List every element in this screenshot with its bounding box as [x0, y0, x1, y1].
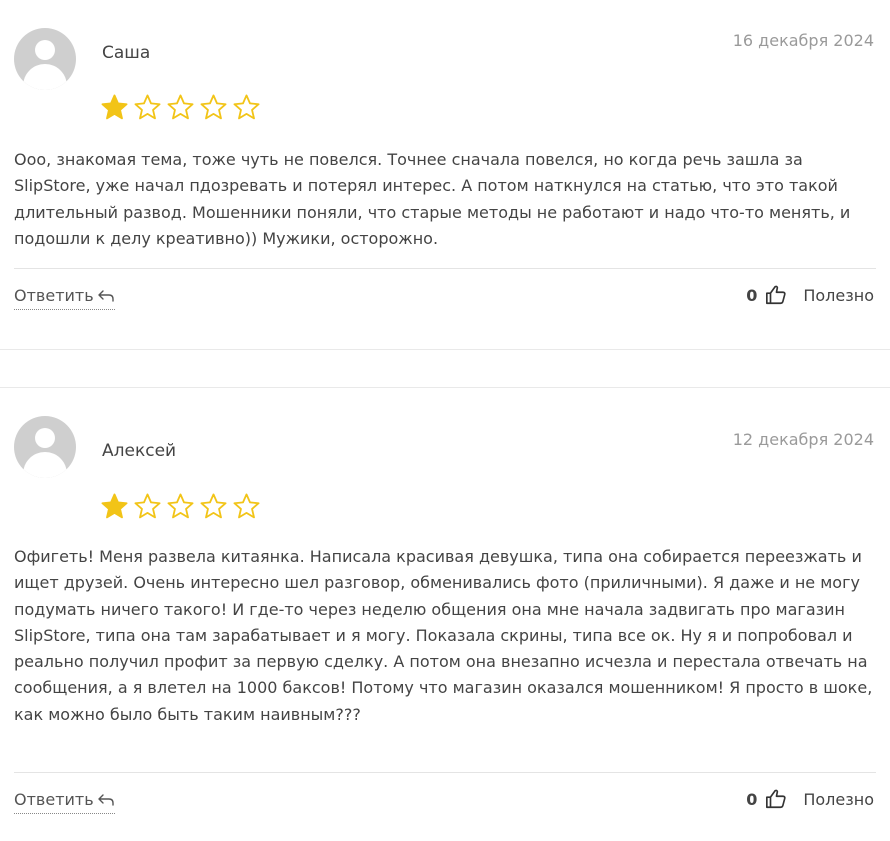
star-rating [100, 93, 261, 122]
thumbs-up-icon[interactable] [765, 284, 787, 306]
star-filled-icon [101, 94, 128, 120]
user-avatar-icon [14, 416, 76, 478]
helpful-label[interactable]: Полезно [803, 286, 874, 305]
star-empty-icon [167, 94, 194, 120]
review-divider [14, 772, 876, 773]
user-avatar-icon [14, 28, 76, 90]
reply-button[interactable]: Ответить [14, 790, 115, 814]
star-empty-icon [233, 94, 260, 120]
review-date: 16 декабря 2024 [732, 31, 874, 50]
star-empty-icon [134, 94, 161, 120]
star-empty-icon [200, 94, 227, 120]
review-text: Ооо, знакомая тема, тоже чуть не повелся… [14, 150, 851, 248]
review-author: Алексей [102, 441, 177, 461]
thumbs-up-icon[interactable] [765, 788, 787, 810]
reply-label: Ответить [14, 790, 94, 809]
star-empty-icon [134, 493, 161, 519]
star-empty-icon [233, 493, 260, 519]
reply-button[interactable]: Ответить [14, 286, 115, 310]
reply-arrow-icon [97, 289, 114, 302]
star-empty-icon [200, 493, 227, 519]
review-card: Саша 16 декабря 2024 Ооо, знакомая тема,… [0, 0, 890, 348]
section-divider [0, 349, 890, 350]
star-rating [100, 492, 261, 521]
helpful-block: 0 Полезно [746, 788, 874, 810]
star-empty-icon [167, 493, 194, 519]
helpful-count: 0 [746, 789, 758, 809]
helpful-label[interactable]: Полезно [803, 790, 874, 809]
helpful-block: 0 Полезно [746, 284, 874, 306]
star-filled-icon [101, 493, 128, 519]
review-divider [14, 268, 876, 269]
review-author: Саша [102, 43, 151, 63]
review-date: 12 декабря 2024 [732, 430, 874, 449]
review-text: Офигеть! Меня развела китаянка. Написала… [14, 547, 873, 724]
helpful-count: 0 [746, 285, 758, 305]
reply-arrow-icon [97, 793, 114, 806]
review-card: Алексей 12 декабря 2024 Офигеть! Меня ра… [0, 388, 890, 841]
reply-label: Ответить [14, 286, 94, 305]
